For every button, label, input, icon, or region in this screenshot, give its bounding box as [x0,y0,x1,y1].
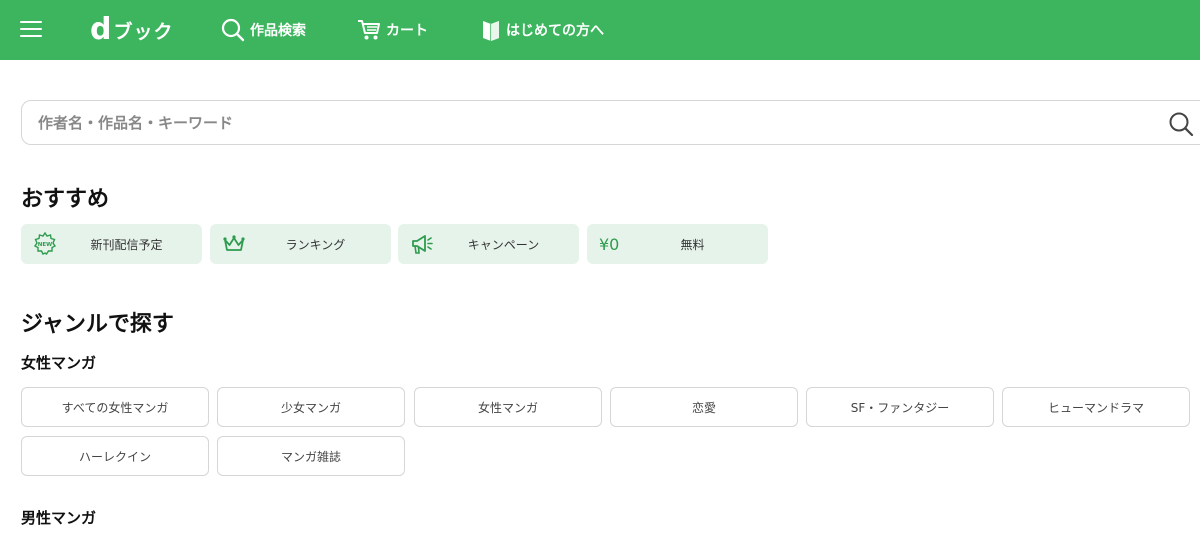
genre-group-title-men: 男性マンガ [21,509,97,527]
nav-search-label: 作品検索 [250,23,306,39]
genre-button[interactable]: ハーレクイン [21,436,209,476]
genres-title: ジャンルで探す [21,312,174,337]
logo-text: ブック [113,20,174,43]
logo[interactable]: d ブック [90,14,174,46]
new-badge-icon: NEW [33,232,57,255]
recommend-label: 無料 [680,238,705,252]
recommend-title: おすすめ [21,187,110,212]
megaphone-icon [410,233,434,255]
recommend-label: 新刊配信予定 [90,238,163,252]
recommend-free[interactable]: ¥0 無料 [587,224,768,264]
genre-button[interactable]: 女性マンガ [414,387,602,427]
svg-text:NEW: NEW [38,242,52,248]
genre-button[interactable]: マンガ雑誌 [217,436,405,476]
search-bar [21,100,1200,145]
nav-cart-link[interactable]: カート [357,16,428,44]
genre-button[interactable]: 恋愛 [610,387,798,427]
yen-zero-text: ¥0 [599,234,620,254]
search-input[interactable] [38,111,1138,135]
menu-icon[interactable] [20,21,42,39]
genre-button[interactable]: SF・ファンタジー [806,387,994,427]
recommend-new-releases[interactable]: NEW 新刊配信予定 [21,224,202,264]
genre-button[interactable]: ヒューマンドラマ [1002,387,1190,427]
top-header: d ブック 作品検索 カート はじめての方へ [0,0,1200,60]
nav-guide-label: はじめての方へ [506,23,604,39]
nav-search-link[interactable]: 作品検索 [221,16,306,44]
search-submit-icon[interactable] [1168,111,1194,137]
search-icon [221,18,245,42]
recommend-label: ランキング [285,238,346,252]
nav-guide-link[interactable]: はじめての方へ [481,16,604,44]
recommend-label: キャンペーン [467,238,540,252]
genre-button[interactable]: 少女マンガ [217,387,405,427]
genre-button[interactable]: すべての女性マンガ [21,387,209,427]
genre-group-title-women: 女性マンガ [21,354,97,372]
cart-icon [358,20,380,40]
crown-icon [222,233,246,255]
recommend-ranking[interactable]: ランキング [210,224,391,264]
guide-book-icon [483,21,499,41]
logo-mark: d [90,12,112,47]
nav-cart-label: カート [386,23,428,39]
recommend-campaign[interactable]: キャンペーン [398,224,579,264]
yen-zero-icon: ¥0 [599,233,623,255]
